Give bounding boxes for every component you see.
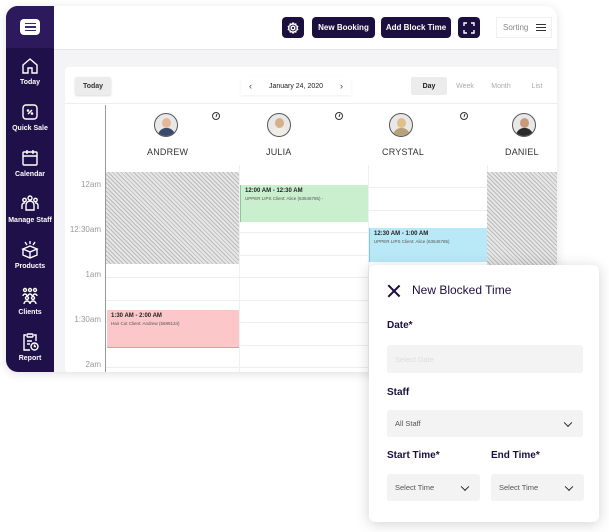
sidebar-item-today[interactable]: Today: [6, 48, 54, 94]
sorting-dropdown[interactable]: Sorting: [496, 17, 552, 38]
staff-select-value: All Staff: [395, 419, 421, 428]
start-time-label: Start Time*: [387, 450, 440, 461]
end-time-value: Select Time: [499, 483, 539, 492]
staff-column-julia[interactable]: JULIA: [239, 105, 367, 165]
staff-column-daniel[interactable]: DANIEL: [491, 105, 557, 165]
staff-select[interactable]: All Staff: [387, 410, 583, 437]
staff-column-andrew[interactable]: ANDREW: [106, 105, 234, 165]
sidebar-item-label: Calendar: [15, 171, 45, 178]
dialog-title: New Blocked Time: [412, 283, 512, 297]
chevron-down-icon: [564, 482, 574, 491]
event-time: 12:30 AM - 1:00 AM: [374, 231, 429, 237]
gear-icon: [287, 21, 299, 34]
sidebar-item-clients[interactable]: Clients: [6, 278, 54, 324]
tab-week[interactable]: Week: [447, 77, 483, 95]
top-toolbar: New Booking Add Block Time Sorting: [54, 6, 557, 50]
staff-name: JULIA: [266, 147, 292, 157]
sidebar-item-label: Today: [19, 79, 41, 86]
sidebar-item-quick-sale[interactable]: Quick Sale: [6, 94, 54, 140]
avatar: [154, 113, 178, 137]
event-crystal[interactable]: 12:30 AM - 1:00 AM UPPER LIPS Client: Al…: [369, 228, 487, 262]
event-description: UPPER LIPS Client: Alice (63546785): [374, 239, 450, 244]
staff-name: ANDREW: [147, 147, 189, 157]
chevron-down-icon: [563, 418, 573, 427]
event-andrew[interactable]: 1:30 AM - 2:00 AM Hair Cut Client: Andre…: [107, 310, 239, 348]
start-time-select[interactable]: Select Time: [387, 474, 480, 501]
event-time: 12:00 AM - 12:30 AM: [245, 188, 303, 194]
percent-tag-icon: [22, 104, 38, 120]
date-navigator: ‹ January 24, 2020 ›: [241, 77, 351, 95]
clock-icon[interactable]: [335, 112, 343, 120]
start-time-value: Select Time: [395, 483, 435, 492]
time-label: 1am: [85, 270, 101, 279]
staff-name: DANIEL: [505, 147, 539, 157]
event-julia[interactable]: 12:00 AM - 12:30 AM UPPER LIPS Client: A…: [240, 185, 368, 222]
calendar-icon: [22, 150, 38, 166]
chevron-right-icon[interactable]: ›: [340, 81, 343, 91]
sidebar-item-manage-staff[interactable]: Manage Staff: [6, 186, 54, 232]
hamburger-icon: [536, 23, 547, 32]
sidebar-item-products[interactable]: Products: [6, 232, 54, 278]
staff-name: CRYSTAL: [382, 147, 425, 157]
staff-label: Staff: [387, 387, 410, 398]
date-label: Date*: [387, 320, 413, 331]
settings-button[interactable]: [282, 17, 304, 38]
menu-logo-button[interactable]: [6, 6, 54, 48]
add-block-time-button[interactable]: Add Block Time: [381, 17, 451, 38]
fullscreen-button[interactable]: [458, 17, 480, 38]
sidebar-item-label: Report: [18, 355, 42, 362]
chevron-down-icon: [460, 482, 470, 491]
sidebar-item-report[interactable]: Report: [6, 324, 54, 370]
sidebar-item-label: Manage Staff: [8, 217, 52, 224]
date-placeholder: Select Date: [395, 354, 434, 364]
time-label: 12am: [80, 180, 101, 189]
tab-day[interactable]: Day: [411, 77, 447, 95]
time-label: 2am: [85, 360, 101, 369]
tab-list[interactable]: List: [519, 77, 555, 95]
expand-icon: [463, 21, 475, 34]
avatar: [512, 113, 536, 137]
end-time-label: End Time*: [491, 450, 540, 461]
avatar: [389, 113, 413, 137]
list-icon: [20, 19, 40, 35]
clock-icon[interactable]: [460, 112, 468, 120]
current-date: January 24, 2020: [268, 82, 324, 90]
staff-group-icon: [21, 195, 39, 211]
date-field[interactable]: Select Date: [387, 345, 583, 373]
clients-icon: [22, 287, 38, 305]
event-description: Hair Cut Client: Andrew (5689134): [111, 321, 180, 326]
sidebar-item-calendar[interactable]: Calendar: [6, 140, 54, 186]
clock-icon[interactable]: [212, 112, 220, 120]
new-blocked-time-dialog: New Blocked Time Date* Select Date Staff…: [369, 265, 599, 522]
new-booking-button[interactable]: New Booking: [312, 17, 375, 38]
tab-month[interactable]: Month: [483, 77, 519, 95]
time-label: 12:30am: [69, 225, 101, 234]
time-label: 1:30am: [74, 315, 101, 324]
event-time: 1:30 AM - 2:00 AM: [111, 313, 162, 319]
home-icon: [22, 58, 38, 74]
view-tabs: Day Week Month List: [411, 77, 555, 95]
close-icon[interactable]: [387, 284, 400, 297]
sidebar-item-label: Quick Sale: [12, 125, 48, 132]
unavailable-block-andrew: [106, 172, 239, 264]
chevron-left-icon[interactable]: ‹: [249, 81, 252, 91]
report-clipboard-icon: [23, 333, 39, 351]
staff-column-crystal[interactable]: CRYSTAL: [368, 105, 496, 165]
avatar: [267, 113, 291, 137]
staff-header-row: ANDREW JULIA CRYSTAL DANIEL: [105, 105, 557, 165]
event-description: UPPER LIPS Client: Alice (63546785) -: [245, 196, 324, 201]
today-button[interactable]: Today: [75, 77, 111, 95]
sidebar-item-label: Products: [14, 263, 46, 270]
sidebar-item-label: Clients: [18, 309, 42, 316]
sorting-label: Sorting: [503, 23, 529, 32]
box-icon: [21, 241, 39, 259]
calendar-toolbar: Today ‹ January 24, 2020 › Day Week Mont…: [65, 67, 557, 104]
sidebar: Today Quick Sale Calendar Manage Staff P…: [6, 6, 54, 372]
end-time-select[interactable]: Select Time: [491, 474, 584, 501]
